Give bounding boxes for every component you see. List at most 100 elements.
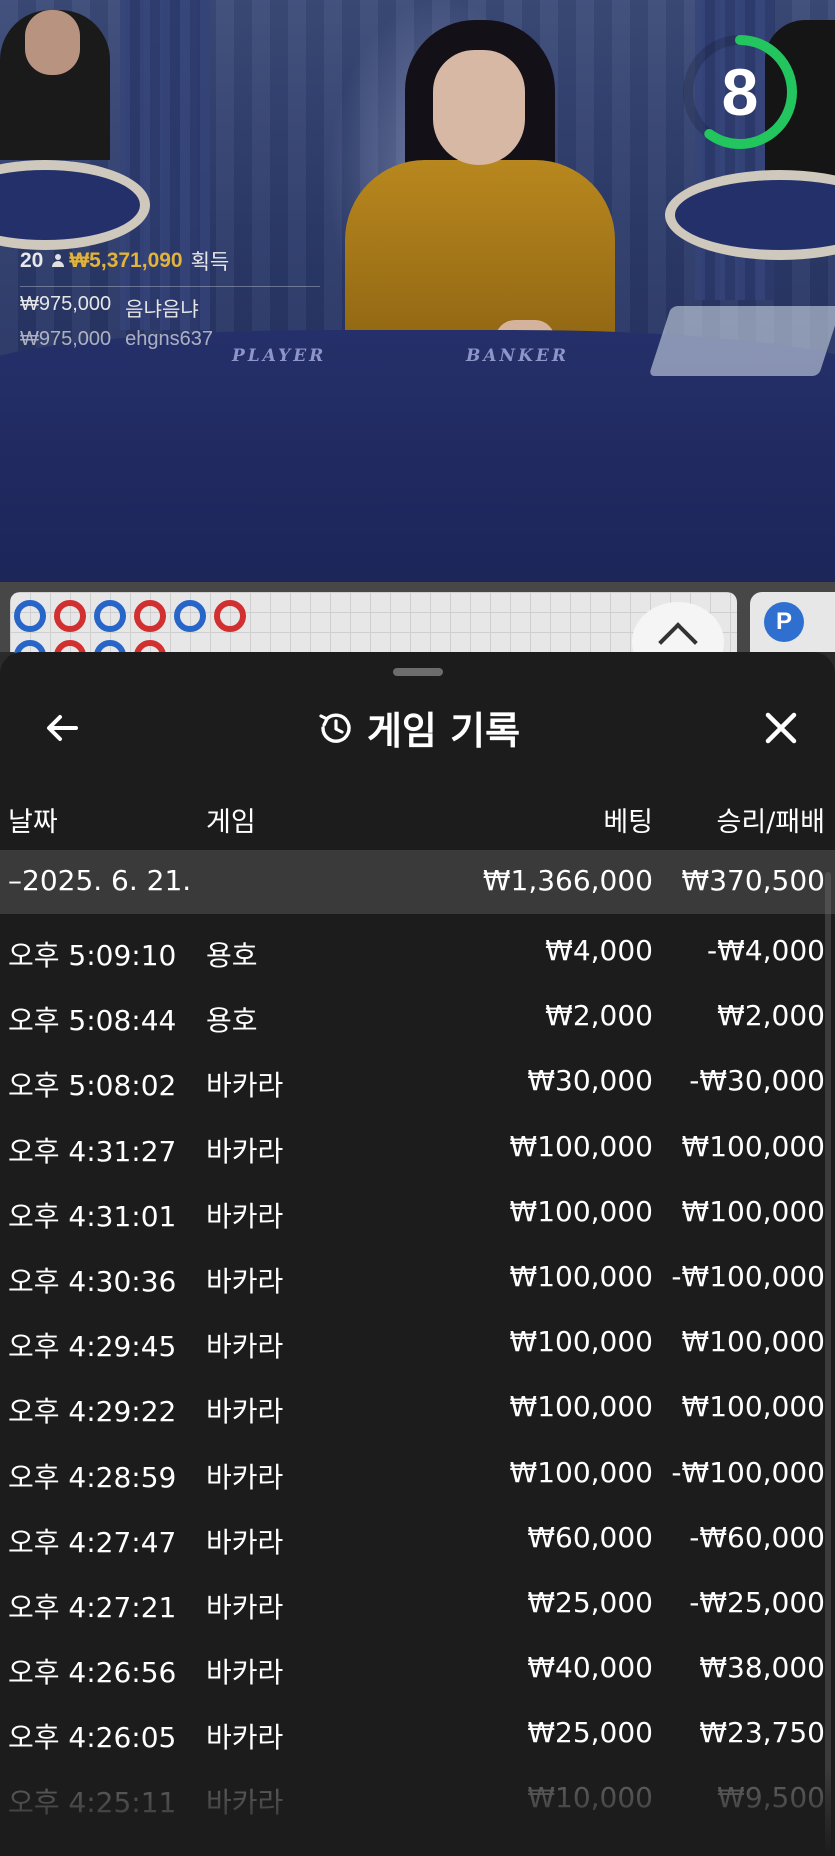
table-row[interactable]: 오후 4:27:21 바카라 ₩25,000 -₩25,000 <box>0 1568 835 1633</box>
row-result: ₩23,750 <box>699 1716 825 1750</box>
won-label: 획득 <box>190 251 230 274</box>
row-game: 바카라 <box>206 1134 284 1168</box>
row-result: -₩100,000 <box>671 1455 825 1489</box>
winner-amount: ₩975,000 <box>20 328 112 350</box>
date-group-result-total: ₩370,500 <box>681 864 825 897</box>
row-bet: ₩60,000 <box>527 1520 653 1554</box>
row-result: ₩100,000 <box>681 1325 825 1359</box>
date-group-row[interactable]: –2025. 6. 21. ₩1,366,000 ₩370,500 <box>0 850 835 914</box>
row-game: 바카라 <box>206 1330 284 1364</box>
row-game: 바카라 <box>206 1525 284 1559</box>
sheet-drag-handle[interactable] <box>393 668 443 676</box>
table-row[interactable]: 오후 4:31:01 바카라 ₩100,000 ₩100,000 <box>0 1177 835 1242</box>
table-row[interactable]: 오후 5:09:10 용호 ₩4,000 -₩4,000 <box>0 916 835 981</box>
table-row[interactable]: 오후 4:28:59 바카라 ₩100,000 -₩100,000 <box>0 1438 835 1503</box>
row-bet: ₩2,000 <box>545 999 653 1033</box>
table-row[interactable]: 오후 4:26:05 바카라 ₩25,000 ₩23,750 <box>0 1698 835 1763</box>
row-bet: ₩100,000 <box>509 1325 653 1359</box>
row-result: ₩2,000 <box>717 999 825 1033</box>
history-clock-icon <box>319 713 351 743</box>
row-game: 바카라 <box>206 1069 284 1103</box>
bead-banker <box>54 600 86 632</box>
history-list: 오후 5:09:10 용호 ₩4,000 -₩4,000 오후 5:08:44 용호 ₩2,… <box>0 916 835 1829</box>
winner-entry: ₩975,000 ehgns637 <box>20 328 320 351</box>
row-game: 바카라 <box>206 1460 284 1494</box>
table-row[interactable]: 오후 4:29:22 바카라 ₩100,000 ₩100,000 <box>0 1372 835 1437</box>
bead-player <box>94 600 126 632</box>
winners-divider <box>20 286 320 287</box>
table-row[interactable]: 오후 4:27:47 바카라 ₩60,000 -₩60,000 <box>0 1503 835 1568</box>
row-time: 오후 4:26:56 <box>8 1656 177 1690</box>
timer-value: 8 <box>721 55 759 129</box>
bead-road-grid[interactable] <box>10 592 737 672</box>
row-bet: ₩40,000 <box>527 1651 653 1685</box>
row-bet: ₩100,000 <box>509 1194 653 1228</box>
sheet-header: 게임 기록 <box>0 692 835 764</box>
table-label-banker: BANKER <box>466 346 569 366</box>
row-time: 오후 4:31:27 <box>8 1134 177 1168</box>
row-game: 바카라 <box>206 1199 284 1233</box>
winner-entry: ₩975,000 음냐음냐 <box>20 293 320 322</box>
row-time: 오후 5:08:02 <box>8 1069 177 1103</box>
row-bet: ₩25,000 <box>527 1585 653 1619</box>
row-bet: ₩100,000 <box>509 1390 653 1424</box>
row-time: 오후 4:31:01 <box>8 1199 177 1233</box>
row-result: ₩100,000 <box>681 1194 825 1228</box>
row-game: 바카라 <box>206 1264 284 1298</box>
row-game: 용호 <box>206 1004 258 1038</box>
row-bet: ₩25,000 <box>527 1716 653 1750</box>
row-bet: ₩100,000 <box>509 1455 653 1489</box>
bead-player <box>174 600 206 632</box>
row-time: 오후 4:27:47 <box>8 1525 177 1559</box>
date-group-bet-total: ₩1,366,000 <box>482 864 653 897</box>
column-game: 게임 <box>206 807 256 838</box>
player-prediction-button[interactable]: P <box>750 592 835 652</box>
row-bet: ₩4,000 <box>545 934 653 967</box>
row-time: 오후 4:29:45 <box>8 1330 177 1364</box>
countdown-timer: 8 <box>680 32 800 152</box>
row-result: -₩30,000 <box>689 1064 825 1098</box>
row-result: -₩4,000 <box>707 934 825 967</box>
close-button[interactable] <box>757 704 805 752</box>
game-history-sheet: 게임 기록 날짜 게임 베팅 승리/패배 –2025. 6. 21. ₩1,36… <box>0 652 835 1856</box>
row-time: 오후 4:29:22 <box>8 1395 177 1429</box>
table-row[interactable]: 오후 4:29:45 바카라 ₩100,000 ₩100,000 <box>0 1307 835 1372</box>
live-video-stream: PLAYER BANKER 8 20 ₩5,371,090 획득 ₩975,00… <box>0 0 835 582</box>
winner-name: ehgns637 <box>125 328 214 350</box>
row-result: ₩100,000 <box>681 1129 825 1163</box>
table-row[interactable]: 오후 4:30:36 바카라 ₩100,000 -₩100,000 <box>0 1242 835 1307</box>
table-row[interactable]: 오후 4:26:56 바카라 ₩40,000 ₩38,000 <box>0 1633 835 1698</box>
bead-banker <box>214 600 246 632</box>
dealer <box>345 20 615 360</box>
row-result: -₩25,000 <box>689 1585 825 1619</box>
background-dealer-left <box>0 10 110 160</box>
person-icon <box>51 254 65 268</box>
row-time: 오후 5:08:44 <box>8 1004 177 1038</box>
date-group-label: –2025. 6. 21. <box>8 864 192 897</box>
row-game: 바카라 <box>206 1395 284 1429</box>
winner-total: ₩5,371,090 <box>69 249 183 272</box>
row-bet: ₩100,000 <box>509 1259 653 1293</box>
sheet-title-group: 게임 기록 <box>0 700 835 755</box>
bead-player <box>14 600 46 632</box>
page-title: 게임 기록 <box>366 709 521 753</box>
winner-name: 음냐음냐 <box>125 299 199 321</box>
winner-amount: ₩975,000 <box>20 293 112 315</box>
table-row[interactable]: 오후 5:08:02 바카라 ₩30,000 -₩30,000 <box>0 1046 835 1111</box>
column-headers: 날짜 게임 베팅 승리/패배 <box>0 800 835 840</box>
row-result: ₩38,000 <box>699 1651 825 1685</box>
row-time: 오후 4:27:21 <box>8 1590 177 1624</box>
row-game: 용호 <box>206 939 258 972</box>
row-result: -₩60,000 <box>689 1520 825 1554</box>
table-row[interactable]: 오후 4:31:27 바카라 ₩100,000 ₩100,000 <box>0 1112 835 1177</box>
row-time: 오후 4:26:05 <box>8 1721 177 1755</box>
row-time: 오후 4:28:59 <box>8 1460 177 1494</box>
scrollbar[interactable] <box>825 872 831 1852</box>
row-game: 바카라 <box>206 1721 284 1755</box>
close-icon <box>765 712 797 744</box>
column-result: 승리/패배 <box>716 807 825 838</box>
table-row[interactable]: 오후 5:08:44 용호 ₩2,000 ₩2,000 <box>0 981 835 1046</box>
road-map-strip: P <box>0 582 835 682</box>
winners-panel: 20 ₩5,371,090 획득 ₩975,000 음냐음냐 ₩975,000 … <box>20 246 320 357</box>
row-bet: ₩30,000 <box>527 1064 653 1098</box>
